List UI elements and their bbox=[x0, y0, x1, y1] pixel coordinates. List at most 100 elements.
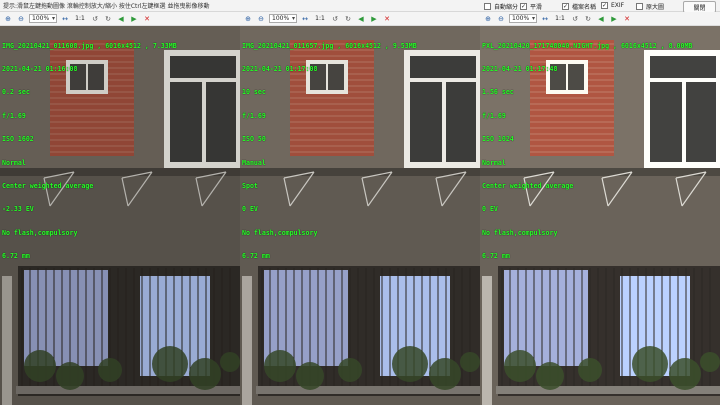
exif-line: 6.72 mm bbox=[2, 252, 30, 261]
zoom-select[interactable]: 100% bbox=[509, 14, 537, 23]
panel-toolbar: ⊕ ⊖ 100% ↔ 1:1 ↺ ↻ ◀ ▶ ✕ bbox=[480, 12, 720, 26]
plant bbox=[504, 350, 536, 382]
zoom-out-icon[interactable]: ⊖ bbox=[256, 15, 266, 23]
prev-icon[interactable]: ◀ bbox=[116, 15, 126, 23]
exif-line: -2.33 EV bbox=[2, 205, 34, 214]
option-label: 平滑 bbox=[530, 4, 543, 11]
option-label: 檔案名稱 bbox=[572, 4, 597, 11]
exif-line: ISO 1024 bbox=[482, 135, 514, 144]
plant bbox=[460, 352, 480, 372]
option-auto-shrink[interactable]: 自動縮分 bbox=[484, 2, 518, 11]
fit-icon[interactable]: ↔ bbox=[300, 15, 310, 23]
option-label: 原大圖 bbox=[646, 4, 665, 11]
image-panel-2: ⊕ ⊖ 100% ↔ 1:1 ↺ ↻ ◀ ▶ ✕ IMG_20210421_01… bbox=[240, 12, 480, 405]
exif-line: ISO 1602 bbox=[2, 135, 34, 144]
zoom-in-icon[interactable]: ⊕ bbox=[243, 15, 253, 23]
exif-line: f/1.69 bbox=[2, 111, 26, 120]
fit-icon[interactable]: ↔ bbox=[540, 15, 550, 23]
zoom-out-icon[interactable]: ⊖ bbox=[496, 15, 506, 23]
exif-line: 10 sec bbox=[242, 88, 266, 97]
rotate-right-icon[interactable]: ↻ bbox=[583, 15, 593, 23]
exif-line: 2021-04-21 01:17:08 bbox=[242, 64, 318, 73]
plant bbox=[24, 350, 56, 382]
photo-view[interactable]: PXL_20210420_171748040.NIGHT.jpg , 6016x… bbox=[480, 26, 720, 405]
close-icon[interactable]: ✕ bbox=[622, 15, 632, 23]
checkbox-filename[interactable]: ✓ bbox=[562, 3, 569, 10]
plant bbox=[220, 352, 240, 372]
photo-view[interactable]: IMG_20210421_011608.jpg , 6016x4512 , 7.… bbox=[0, 26, 240, 405]
exif-line: Normal bbox=[482, 158, 506, 167]
plant bbox=[669, 358, 701, 390]
checkbox-smooth[interactable]: ✓ bbox=[520, 3, 527, 10]
close-icon[interactable]: ✕ bbox=[382, 15, 392, 23]
rotate-left-icon[interactable]: ↺ bbox=[570, 15, 580, 23]
plant bbox=[338, 358, 362, 382]
exif-line: Spot bbox=[242, 181, 258, 190]
actual-size-button[interactable]: 1:1 bbox=[313, 15, 327, 22]
exif-line: 0.2 sec bbox=[2, 88, 30, 97]
panel-toolbar: ⊕ ⊖ 100% ↔ 1:1 ↺ ↻ ◀ ▶ ✕ bbox=[240, 12, 480, 26]
option-original-size[interactable]: 原大圖 bbox=[636, 2, 664, 11]
hint-text: 提示:滑鼠左鍵拖動圖像 滾輪控制放大/縮小 按住Ctrl左鍵框選 並拖曳影像移動 bbox=[3, 3, 210, 10]
next-icon[interactable]: ▶ bbox=[609, 15, 619, 23]
option-label: 自動縮分 bbox=[494, 4, 519, 11]
exif-line: No flash,compulsory bbox=[2, 228, 78, 237]
checkbox-original-size[interactable] bbox=[636, 3, 643, 10]
exif-line: No flash,compulsory bbox=[482, 228, 558, 237]
photo-view[interactable]: IMG_20210421_011657.jpg , 6016x4512 , 9.… bbox=[240, 26, 480, 405]
exif-line: f/1.69 bbox=[482, 111, 506, 120]
option-smooth[interactable]: ✓ 平滑 bbox=[520, 2, 542, 11]
option-exif[interactable]: ✓ EXIF bbox=[601, 2, 624, 9]
pipe bbox=[482, 276, 492, 405]
panel-toolbar: ⊕ ⊖ 100% ↔ 1:1 ↺ ↻ ◀ ▶ ✕ bbox=[0, 12, 240, 26]
zoom-in-icon[interactable]: ⊕ bbox=[3, 15, 13, 23]
exif-line: 0 EV bbox=[242, 205, 258, 214]
rotate-left-icon[interactable]: ↺ bbox=[90, 15, 100, 23]
exif-line: 2021-04-21 01:17:48 bbox=[482, 64, 558, 73]
exif-line: 2021-04-21 01:16:08 bbox=[2, 64, 78, 73]
exif-line: Center weighted average bbox=[482, 181, 574, 190]
zoom-out-icon[interactable]: ⊖ bbox=[16, 15, 26, 23]
next-icon[interactable]: ▶ bbox=[369, 15, 379, 23]
exif-line: Manual bbox=[242, 158, 266, 167]
plant bbox=[632, 346, 668, 382]
pipe bbox=[242, 276, 252, 405]
option-filename[interactable]: ✓ 檔案名稱 bbox=[562, 2, 596, 11]
prev-icon[interactable]: ◀ bbox=[596, 15, 606, 23]
rotate-left-icon[interactable]: ↺ bbox=[330, 15, 340, 23]
option-label: EXIF bbox=[611, 2, 625, 9]
rotate-right-icon[interactable]: ↻ bbox=[103, 15, 113, 23]
plant bbox=[56, 362, 84, 390]
exif-overlay: IMG_20210421_011657.jpg , 6016x4512 , 9.… bbox=[242, 27, 417, 277]
close-icon[interactable]: ✕ bbox=[142, 15, 152, 23]
checkbox-auto-shrink[interactable] bbox=[484, 3, 491, 10]
plant bbox=[578, 358, 602, 382]
exif-line: 0 EV bbox=[482, 205, 498, 214]
plant bbox=[536, 362, 564, 390]
exif-line: Normal bbox=[2, 158, 26, 167]
plant bbox=[189, 358, 221, 390]
plant bbox=[264, 350, 296, 382]
plant bbox=[392, 346, 428, 382]
large-window-pane bbox=[446, 82, 476, 162]
exif-overlay: PXL_20210420_171748040.NIGHT.jpg , 6016x… bbox=[482, 27, 692, 277]
plant bbox=[152, 346, 188, 382]
prev-icon[interactable]: ◀ bbox=[356, 15, 366, 23]
actual-size-button[interactable]: 1:1 bbox=[553, 15, 567, 22]
image-panel-1: ⊕ ⊖ 100% ↔ 1:1 ↺ ↻ ◀ ▶ ✕ IMG_20210421_01… bbox=[0, 12, 240, 405]
checkbox-exif[interactable]: ✓ bbox=[601, 2, 608, 9]
plant bbox=[700, 352, 720, 372]
fit-icon[interactable]: ↔ bbox=[60, 15, 70, 23]
exif-line: f/1.69 bbox=[242, 111, 266, 120]
rotate-right-icon[interactable]: ↻ bbox=[343, 15, 353, 23]
actual-size-button[interactable]: 1:1 bbox=[73, 15, 87, 22]
top-bar: 提示:滑鼠左鍵拖動圖像 滾輪控制放大/縮小 按住Ctrl左鍵框選 並拖曳影像移動… bbox=[0, 0, 720, 13]
zoom-select[interactable]: 100% bbox=[269, 14, 297, 23]
image-panel-3: ⊕ ⊖ 100% ↔ 1:1 ↺ ↻ ◀ ▶ ✕ PXL_20210420_17… bbox=[480, 12, 720, 405]
next-icon[interactable]: ▶ bbox=[129, 15, 139, 23]
zoom-select[interactable]: 100% bbox=[29, 14, 57, 23]
pipe bbox=[2, 276, 12, 405]
zoom-in-icon[interactable]: ⊕ bbox=[483, 15, 493, 23]
plant bbox=[296, 362, 324, 390]
exif-line: No flash,compulsory bbox=[242, 228, 318, 237]
